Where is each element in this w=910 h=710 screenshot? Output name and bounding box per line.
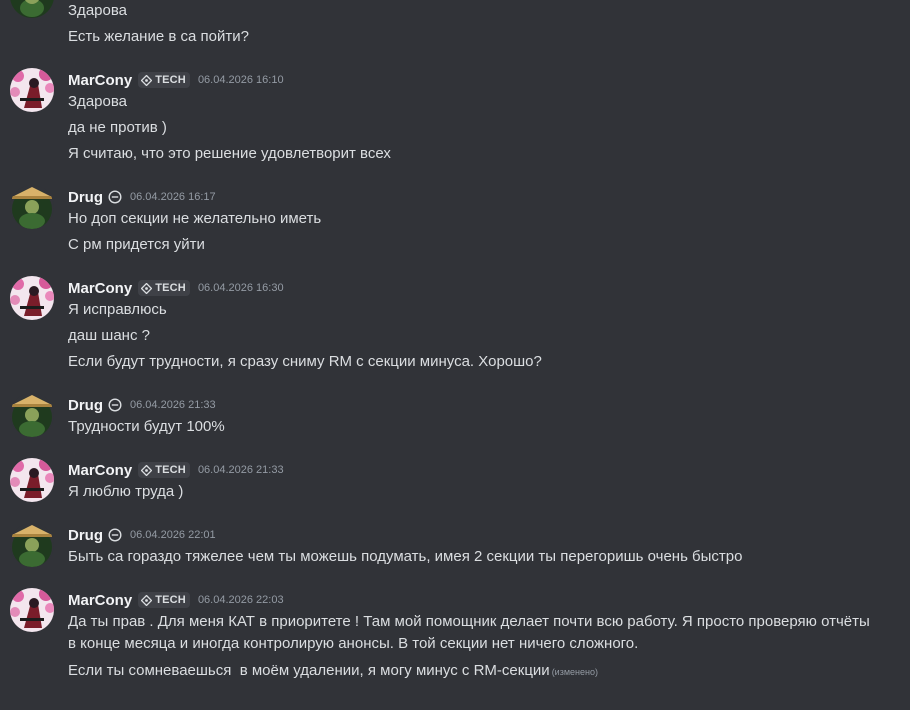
message-text: Я считаю, что это решение удовлетворит в… [68, 145, 391, 162]
message-header: Drug 06.04.2026 16:17 [68, 187, 216, 207]
chat-message-list: Здарова Есть желание в са пойти? MarCony… [0, 0, 910, 710]
username[interactable]: MarCony [68, 592, 132, 609]
message-header: MarCony TECH 06.04.2026 16:10 [68, 70, 284, 90]
role-tag[interactable]: TECH [138, 462, 190, 478]
timestamp[interactable]: 06.04.2026 16:17 [130, 191, 216, 203]
marcony-avatar[interactable] [10, 588, 54, 632]
timestamp[interactable]: 06.04.2026 21:33 [198, 464, 284, 476]
role-tag[interactable]: TECH [138, 280, 190, 296]
message-header: MarCony TECH 06.04.2026 21:33 [68, 460, 284, 480]
marcony-avatar[interactable] [10, 68, 54, 112]
tech-diamond-icon [141, 464, 153, 476]
role-tag-label: TECH [155, 74, 186, 86]
message-text: С рм придется уйти [68, 236, 205, 253]
tech-diamond-icon [141, 594, 153, 606]
username[interactable]: Drug [68, 189, 103, 206]
message-text: Здарова [68, 93, 127, 110]
message-text: Быть са гораздо тяжелее чем ты можешь по… [68, 548, 743, 565]
timestamp[interactable]: 06.04.2026 22:03 [198, 594, 284, 606]
timestamp[interactable]: 06.04.2026 22:01 [130, 529, 216, 541]
tech-diamond-icon [141, 282, 153, 294]
marcony-avatar[interactable] [10, 276, 54, 320]
message-text-edited: Если ты сомневаешься в моём удалении, я … [68, 660, 888, 683]
timestamp[interactable]: 06.04.2026 21:33 [130, 399, 216, 411]
timestamp[interactable]: 06.04.2026 16:30 [198, 282, 284, 294]
marcony-avatar[interactable] [10, 458, 54, 502]
drug-avatar[interactable] [10, 393, 54, 437]
message-text: Я исправлюсь [68, 301, 167, 318]
message-text: да не против ) [68, 119, 167, 136]
message-header: Drug 06.04.2026 22:01 [68, 525, 216, 545]
message-text: Есть желание в са пойти? [68, 28, 249, 45]
message-text: Трудности будут 100% [68, 418, 225, 435]
drug-avatar[interactable] [10, 185, 54, 229]
minus-circle-icon [108, 528, 122, 542]
drug-avatar[interactable] [10, 0, 54, 18]
role-tag-label: TECH [155, 594, 186, 606]
edited-label: (изменено) [551, 667, 598, 677]
message-text: Здарова [68, 2, 127, 19]
message-text: Если ты сомневаешься в моём удалении, я … [68, 662, 550, 679]
minus-circle-icon [108, 190, 122, 204]
username[interactable]: MarCony [68, 280, 132, 297]
timestamp[interactable]: 06.04.2026 16:10 [198, 74, 284, 86]
message-text: Если будут трудности, я сразу сниму RM с… [68, 353, 542, 370]
drug-avatar[interactable] [10, 523, 54, 567]
username[interactable]: Drug [68, 397, 103, 414]
message-text: Да ты прав . Для меня КАТ в приоритете !… [68, 613, 870, 652]
message-text: даш шанс ? [68, 327, 150, 344]
username[interactable]: MarCony [68, 462, 132, 479]
role-tag-label: TECH [155, 282, 186, 294]
message-header: MarCony TECH 06.04.2026 22:03 [68, 590, 284, 610]
message-header: MarCony TECH 06.04.2026 16:30 [68, 278, 284, 298]
minus-circle-icon [108, 398, 122, 412]
message-text: Я люблю труда ) [68, 483, 184, 500]
tech-diamond-icon [141, 74, 153, 86]
role-tag[interactable]: TECH [138, 72, 190, 88]
username[interactable]: Drug [68, 527, 103, 544]
role-tag[interactable]: TECH [138, 592, 190, 608]
message-text: Но доп секции не желательно иметь [68, 210, 322, 227]
role-tag-label: TECH [155, 464, 186, 476]
message-header: Drug 06.04.2026 21:33 [68, 395, 216, 415]
username[interactable]: MarCony [68, 72, 132, 89]
